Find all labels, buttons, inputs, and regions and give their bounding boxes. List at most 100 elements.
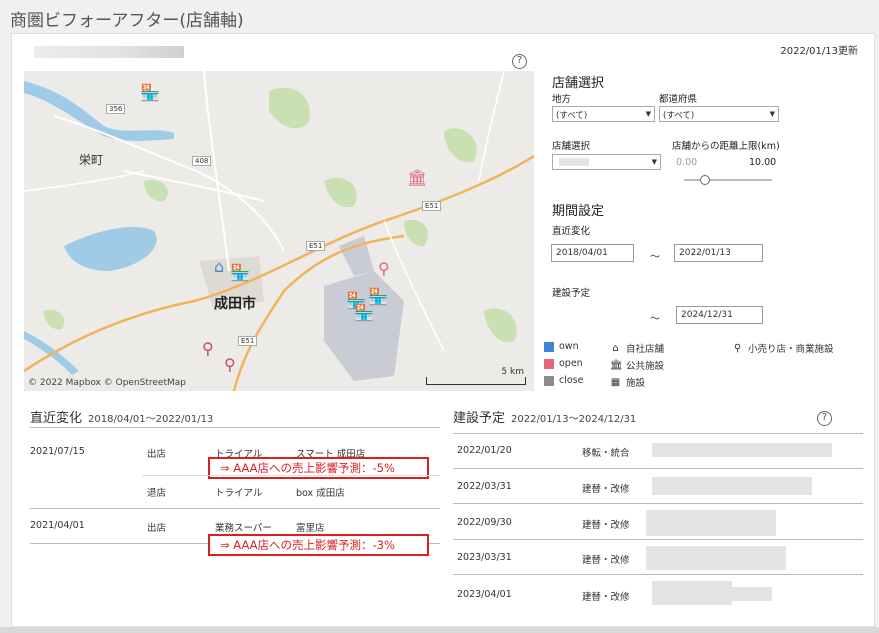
range-tilde: ～ (650, 252, 660, 263)
legend-close: close (544, 375, 583, 386)
pref-select[interactable]: (すべて) ▼ (659, 106, 779, 122)
recent-row-store: box 成田店 (296, 488, 345, 499)
plan-label: 建設予定 (552, 288, 591, 299)
region-select[interactable]: (すべて) ▼ (552, 106, 655, 122)
sales-impact-callout: ⇒ AAA店への売上影響予測：-3% (208, 534, 429, 556)
divider (453, 503, 863, 504)
recent-row-type: 出店 (147, 523, 167, 534)
home-icon: ⌂ (612, 342, 619, 354)
distance-slider-track[interactable] (684, 179, 772, 181)
plan-period-text: 2022/01/13～2024/12/31 (511, 414, 637, 425)
plan-row-redacted (646, 546, 786, 570)
building-icon: ▦ (610, 376, 621, 388)
map-label-narita: 成田市 (214, 296, 256, 312)
public-facility-marker[interactable]: 🏛 (407, 168, 427, 187)
plan-row-date: 2022/03/31 (457, 481, 512, 492)
retail-pin-marker[interactable]: ⚲ (202, 339, 214, 358)
road-shield-e51: E51 (422, 201, 442, 211)
recent-table-title: 直近変化 2018/04/01～2022/01/13 (30, 407, 213, 426)
plan-row-redacted (646, 510, 776, 536)
recent-row-brand: トライアル (215, 488, 263, 499)
open-store-marker[interactable]: 🏪 (140, 83, 160, 102)
recent-to-input[interactable]: 2022/01/13 (674, 244, 763, 262)
plan-row-date: 2022/01/20 (457, 445, 512, 456)
store-name-redacted (34, 46, 184, 58)
distance-slider-handle[interactable] (700, 175, 710, 185)
map-attribution[interactable]: © 2022 Mapbox © OpenStreetMap (28, 378, 186, 388)
page-title: 商圏ビフォーアフター(店舗軸) (10, 11, 244, 31)
divider (30, 427, 440, 428)
plan-row-redacted (712, 587, 772, 601)
plan-title-text: 建設予定 (453, 411, 506, 426)
divider (453, 433, 863, 434)
recent-row-date: 2021/07/15 (30, 446, 85, 457)
recent-row-type: 出店 (147, 449, 167, 460)
plan-row-type: 建替・改修 (582, 520, 630, 531)
recent-row-type: 退店 (147, 488, 167, 499)
store-map[interactable]: 356 408 E51 E51 E51 栄町 成田市 🏪 🏛 ⌂ 🏪 ⚲ 🏪 🏪… (24, 71, 534, 391)
legend-facility-label: 施設 (626, 378, 646, 389)
distance-max: 10.00 (749, 157, 777, 168)
map-pin-icon: ⚲ (733, 342, 742, 354)
legend-own: own (544, 341, 579, 352)
legend-retail-label: 小売り店・商業施設 (748, 344, 834, 355)
pref-select-value: (すべて) (663, 111, 695, 121)
divider (142, 475, 440, 476)
legend-retail: ⚲ 小売り店・商業施設 (732, 341, 834, 356)
help-icon-map[interactable]: ? (512, 54, 527, 69)
road-shield-e51: E51 (306, 241, 326, 251)
plan-to-input[interactable]: 2024/12/31 (676, 306, 763, 324)
road-shield-408: 408 (192, 156, 212, 166)
plan-row-date: 2023/04/01 (457, 589, 512, 600)
store-value-redacted (559, 158, 589, 166)
updated-date: 2022/01/13更新 (780, 46, 858, 57)
retail-pin-marker[interactable]: ⚲ (378, 259, 390, 278)
plan-table-title: 建設予定 2022/01/13～2024/12/31 (453, 407, 636, 426)
plan-row-redacted (652, 477, 812, 495)
divider (30, 508, 440, 509)
pref-label: 都道府県 (659, 94, 698, 105)
retail-pin-marker[interactable]: ⚲ (224, 355, 236, 374)
legend-open: open (544, 358, 583, 369)
recent-row-date: 2021/04/01 (30, 520, 85, 531)
divider (453, 539, 863, 540)
map-scale-label: 5 km (501, 367, 524, 377)
own-swatch (544, 341, 554, 352)
divider (453, 468, 863, 469)
plan-row-type: 移転・統合 (582, 448, 630, 459)
legend-own-store-label: 自社店舗 (626, 344, 665, 355)
road-shield-e51: E51 (238, 336, 258, 346)
legend-public: 🏛 公共施設 (610, 358, 665, 373)
close-swatch (544, 375, 554, 386)
map-label-sakaemachi: 栄町 (79, 153, 104, 167)
chevron-down-icon: ▼ (769, 110, 775, 118)
legend-public-label: 公共施設 (626, 361, 665, 372)
chevron-down-icon: ▼ (645, 110, 651, 118)
bottom-scrollbar[interactable] (0, 627, 879, 633)
open-store-marker[interactable]: 🏪 (354, 303, 374, 322)
recent-change-label: 直近変化 (552, 226, 591, 237)
help-icon-plan[interactable]: ? (817, 411, 832, 426)
map-base (24, 71, 534, 391)
region-label: 地方 (552, 94, 572, 105)
plan-row-date: 2022/09/30 (457, 517, 512, 528)
recent-from-input[interactable]: 2018/04/01 (551, 244, 634, 262)
store-select-label: 店舗選択 (552, 141, 591, 152)
plan-row-type: 建替・改修 (582, 555, 630, 566)
recent-period-text: 2018/04/01～2022/01/13 (88, 414, 214, 425)
store-select[interactable]: ▼ (552, 154, 661, 170)
open-swatch (544, 358, 554, 369)
plan-row-type: 建替・改修 (582, 484, 630, 495)
own-store-marker[interactable]: ⌂ (214, 257, 224, 276)
recent-row-store: 富里店 (296, 523, 325, 534)
legend-own-label: own (559, 341, 579, 352)
open-store-marker[interactable]: 🏪 (230, 263, 250, 282)
plan-row-redacted (652, 443, 832, 457)
chevron-down-icon: ▼ (651, 158, 657, 166)
region-select-value: (すべて) (556, 111, 588, 121)
distance-label: 店舗からの距離上限(km) (672, 141, 780, 152)
legend-open-label: open (559, 358, 583, 369)
main-panel: 2022/01/13更新 ? 356 408 E51 E51 E51 栄町 成田… (11, 33, 875, 627)
public-building-icon: 🏛 (610, 359, 623, 371)
recent-title-text: 直近変化 (30, 411, 83, 426)
